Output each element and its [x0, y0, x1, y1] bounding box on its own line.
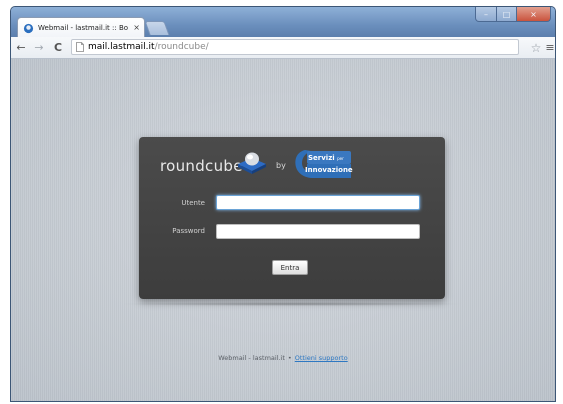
forward-icon[interactable]: → — [31, 39, 47, 56]
username-input[interactable] — [216, 195, 420, 210]
page-footer: Webmail - lastmail.it • Ottieni supporto — [11, 354, 555, 362]
partner-name-line1: Servizi per — [308, 154, 344, 162]
roundcube-logo-icon — [238, 152, 266, 174]
by-text: by — [276, 161, 286, 170]
browser-window: Webmail - lastmail.it :: Bo × – □ × ← → … — [10, 6, 556, 402]
roundcube-logo: roundcube — [160, 157, 243, 175]
window-controls: – □ × — [475, 7, 551, 22]
url-host: mail.lastmail.it — [88, 42, 155, 52]
roundcube-favicon-icon — [23, 23, 34, 33]
reload-icon[interactable]: C — [50, 39, 66, 56]
close-window-button[interactable]: × — [517, 7, 551, 22]
page-viewport: roundcube by Servizi per Innovazione Ute… — [11, 59, 555, 401]
panel-shadow — [119, 302, 465, 306]
password-input[interactable] — [216, 224, 420, 239]
partner-word-per: per — [337, 156, 344, 161]
login-button[interactable]: Entra — [272, 260, 308, 275]
page-icon — [76, 42, 84, 52]
tab-title: Webmail - lastmail.it :: Bo — [38, 24, 129, 32]
back-icon[interactable]: ← — [13, 39, 29, 56]
title-bar: Webmail - lastmail.it :: Bo × – □ × — [11, 7, 555, 38]
menu-icon[interactable]: ≡ — [545, 39, 555, 56]
login-panel: roundcube by Servizi per Innovazione Ute… — [139, 137, 445, 299]
minimize-button[interactable]: – — [475, 7, 497, 22]
browser-tab[interactable]: Webmail - lastmail.it :: Bo × — [17, 17, 145, 38]
address-bar[interactable]: mail.lastmail.it/roundcube/ — [71, 39, 519, 55]
footer-text: Webmail - lastmail.it — [218, 354, 285, 362]
footer-separator: • — [287, 354, 292, 362]
tab-close-icon[interactable]: × — [133, 24, 140, 32]
url-path: /roundcube/ — [154, 42, 209, 52]
maximize-button[interactable]: □ — [497, 7, 517, 22]
bookmark-star-icon[interactable]: ☆ — [530, 39, 542, 56]
partner-name-line2: Innovazione — [305, 166, 353, 174]
support-link[interactable]: Ottieni supporto — [295, 354, 348, 362]
new-tab-button[interactable] — [144, 21, 170, 35]
partner-word-servizi: Servizi — [308, 154, 335, 162]
browser-toolbar: ← → C mail.lastmail.it/roundcube/ ☆ ≡ — [11, 37, 555, 59]
password-label: Password — [172, 227, 205, 235]
username-label: Utente — [181, 199, 205, 207]
